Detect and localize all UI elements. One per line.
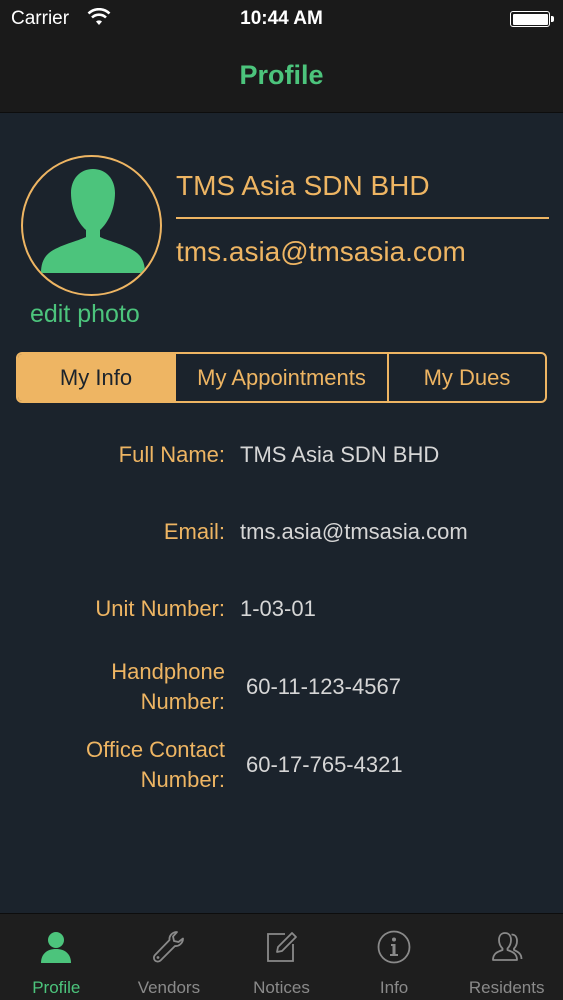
segment-my-appointments[interactable]: My Appointments — [176, 354, 389, 401]
tab-info-label: Info — [379, 978, 409, 997]
person-icon — [38, 929, 74, 970]
edit-icon — [263, 929, 299, 970]
profile-name: TMS Asia SDN BHD — [176, 170, 430, 201]
office-contact-value: 60-17-765-4321 — [246, 752, 403, 777]
status-time: 10:44 AM — [240, 8, 323, 29]
handphone-label-line2: Number: — [140, 689, 225, 714]
tab-residents-label: Residents — [468, 978, 545, 997]
edit-photo-link[interactable]: edit photo — [30, 300, 140, 329]
page-title: Profile — [239, 60, 324, 90]
handphone-value: 60-11-123-4567 — [246, 674, 401, 699]
segment-my-info[interactable]: My Info — [18, 354, 176, 401]
handphone-label-line1: Handphone — [111, 659, 225, 684]
office-contact-label-line2: Number: — [140, 767, 225, 792]
battery-icon — [510, 11, 554, 27]
person-silhouette-icon — [41, 169, 145, 273]
tab-notices-label: Notices — [253, 978, 310, 997]
tab-info[interactable]: Info — [338, 914, 451, 1000]
status-bar: Carrier 10:44 AM — [0, 0, 563, 40]
segment-my-dues[interactable]: My Dues — [389, 354, 545, 401]
unit-number-value: 1-03-01 — [240, 596, 316, 621]
tab-profile-label: Profile — [32, 978, 81, 997]
tab-vendors-label: Vendors — [137, 978, 201, 997]
profile-email: tms.asia@tmsasia.com — [176, 236, 466, 267]
unit-number-label: Unit Number: — [95, 596, 225, 621]
profile-divider — [176, 217, 549, 219]
wrench-icon — [151, 929, 187, 970]
email-label: Email: — [163, 519, 225, 544]
full-name-value: TMS Asia SDN BHD — [240, 442, 440, 467]
tab-bar: Profile Vendors Notices Info Residents — [0, 913, 563, 1000]
tab-profile[interactable]: Profile — [0, 914, 113, 1000]
info-icon — [376, 929, 412, 970]
navigation-bar: Profile — [0, 40, 563, 113]
avatar[interactable] — [21, 155, 162, 296]
email-value: tms.asia@tmsasia.com — [240, 519, 468, 544]
tab-residents[interactable]: Residents — [450, 914, 563, 1000]
tab-notices[interactable]: Notices — [225, 914, 338, 1000]
residents-icon — [489, 929, 525, 970]
office-contact-label-line1: Office Contact — [86, 737, 225, 762]
full-name-label: Full Name: — [118, 442, 225, 467]
profile-segmented-control: My Info My Appointments My Dues — [16, 352, 547, 403]
tab-vendors[interactable]: Vendors — [113, 914, 226, 1000]
